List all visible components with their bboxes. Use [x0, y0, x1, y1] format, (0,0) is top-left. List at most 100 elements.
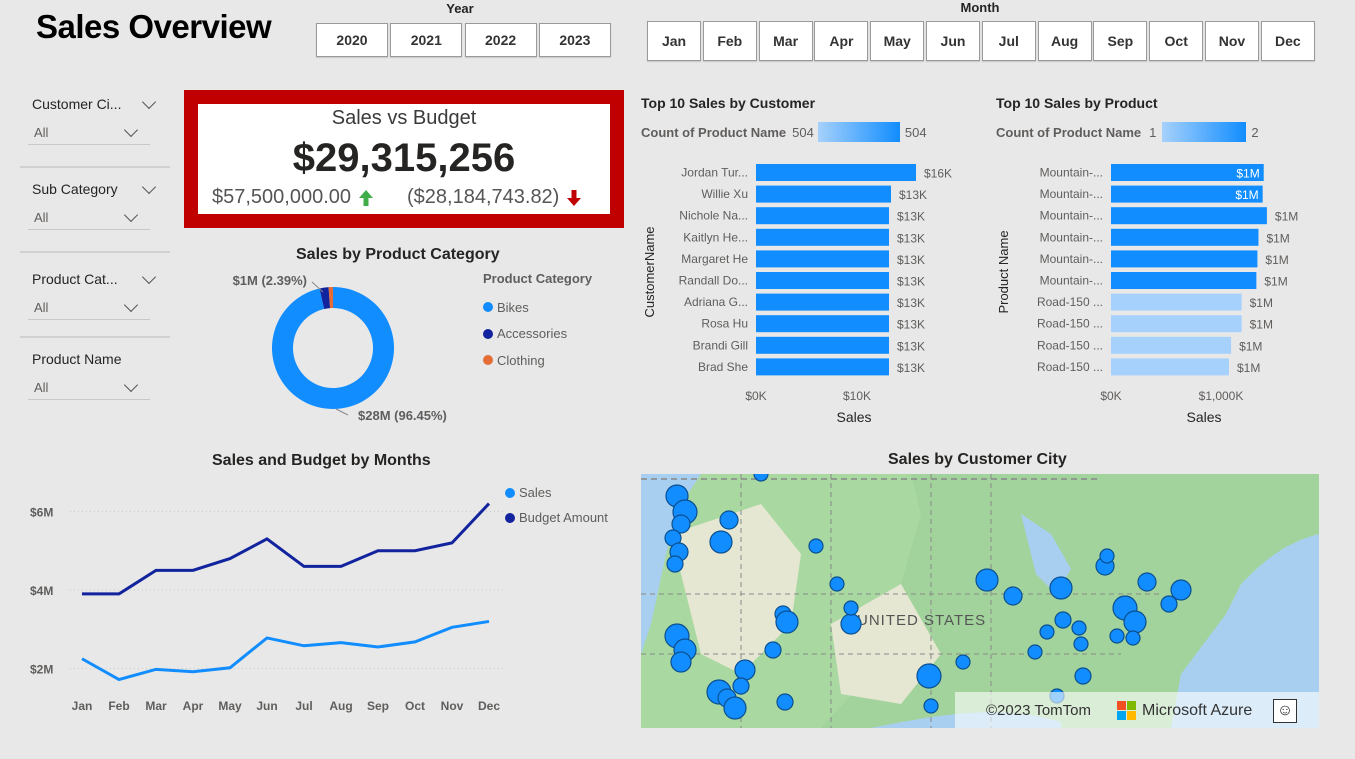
data-label: $1M	[1250, 318, 1273, 332]
bar	[756, 336, 889, 354]
bar	[756, 293, 889, 311]
filter-title: Product Name	[32, 351, 122, 367]
x-tick-label: $10K	[843, 389, 871, 403]
month-tile-jun[interactable]: Jun	[926, 21, 980, 61]
year-tile-2023[interactable]: 2023	[538, 23, 611, 57]
x-tick-label: Jun	[256, 699, 277, 713]
filter-dropdown[interactable]: All	[28, 206, 150, 230]
legend-item[interactable]: Budget Amount	[505, 505, 608, 530]
city-bubble	[843, 600, 859, 616]
month-tile-feb[interactable]: Feb	[702, 21, 757, 61]
map-title: Sales by Customer City	[888, 451, 1067, 468]
chevron-down-icon	[123, 122, 139, 138]
filter-dropdown[interactable]: All	[28, 376, 150, 400]
chevron-down-icon	[123, 377, 139, 393]
month-tile-nov[interactable]: Nov	[1205, 21, 1259, 61]
month-slicer-title: Month	[960, 0, 1000, 15]
filter-value: All	[34, 210, 49, 225]
city-bubble	[670, 651, 692, 673]
city-bubble	[1170, 579, 1192, 601]
filter-product-name[interactable]: Product Name All	[28, 348, 168, 400]
y-axis-title: CustomerName	[642, 226, 657, 317]
category-label: Rosa Hu	[701, 317, 748, 331]
donut-legend-title: Product Category	[483, 271, 593, 286]
smiley-feedback-icon[interactable]: ☺	[1273, 699, 1297, 723]
city-bubble	[1003, 586, 1023, 606]
city-bubble	[776, 693, 794, 711]
city-bubble	[723, 696, 747, 720]
legend-item-bikes[interactable]: Bikes	[483, 294, 567, 321]
gradient-legend-bar	[1162, 122, 1247, 142]
bar	[1111, 250, 1258, 268]
chevron-down-icon[interactable]	[141, 269, 157, 284]
bar	[756, 272, 889, 289]
legend-marker	[483, 302, 493, 313]
legend-item-clothing[interactable]: Clothing	[483, 347, 567, 374]
bar	[1111, 315, 1242, 333]
year-tile-2022[interactable]: 2022	[464, 23, 537, 57]
month-tile-jan[interactable]: Jan	[647, 21, 701, 61]
x-tick-label: Sep	[367, 699, 389, 713]
year-tile-2021[interactable]: 2021	[390, 23, 463, 57]
chevron-down-icon[interactable]	[141, 179, 157, 194]
data-label: $1M	[1275, 210, 1298, 224]
gradient-legend-min: 504	[792, 124, 814, 140]
filter-dropdown[interactable]: All	[28, 121, 150, 145]
chevron-down-icon[interactable]	[141, 94, 157, 109]
category-label: Mountain-...	[1040, 166, 1103, 180]
data-label: $1M	[1239, 339, 1262, 353]
customer-gradient-legend: Count of Product Name 504 504	[641, 122, 927, 142]
microsoft-logo-icon	[1117, 701, 1136, 720]
x-tick-label: $1,000K	[1199, 389, 1244, 403]
bar	[1111, 336, 1232, 354]
leader-line	[335, 408, 349, 416]
y-tick-label: $2M	[30, 663, 53, 677]
category-label: Nichole Na...	[679, 209, 748, 223]
legend-label: Accessories	[497, 326, 568, 342]
month-tile-apr[interactable]: Apr	[814, 21, 869, 61]
month-tile-dec[interactable]: Dec	[1260, 21, 1315, 61]
category-label: Mountain-...	[1040, 187, 1103, 201]
month-tile-oct[interactable]: Oct	[1149, 21, 1204, 61]
country-label: UNITED STATES	[857, 612, 986, 629]
filter-sub-category[interactable]: Sub Category All	[28, 178, 168, 230]
category-label: Brandi Gill	[693, 338, 748, 352]
city-bubble	[1039, 624, 1055, 640]
arrow-down-icon	[567, 189, 582, 206]
city-bubble	[840, 613, 862, 635]
x-tick-label: Nov	[441, 699, 464, 713]
city-bubble	[732, 677, 750, 695]
x-tick-label: Mar	[145, 699, 167, 713]
legend-label: Clothing	[497, 352, 545, 368]
kpi-value: $29,315,256	[292, 136, 516, 180]
filter-dropdown[interactable]: All	[28, 296, 150, 320]
category-label: Mountain-...	[1040, 274, 1103, 288]
filter-customer-city[interactable]: Customer Ci... All	[28, 93, 168, 145]
month-tile-sep[interactable]: Sep	[1093, 21, 1148, 61]
legend-marker	[483, 355, 493, 366]
x-tick-label: Jan	[72, 699, 93, 713]
map-canvas[interactable]: UNITED STATES	[641, 474, 1319, 728]
arrow-up-icon	[359, 189, 374, 206]
category-label: Mountain-...	[1040, 252, 1103, 266]
data-label: $1M	[1236, 167, 1259, 181]
city-bubble	[1027, 644, 1043, 660]
month-tile-mar[interactable]: Mar	[758, 21, 813, 61]
month-tile-may[interactable]: May	[870, 21, 925, 61]
legend-item-accessories[interactable]: Accessories	[483, 321, 567, 348]
kpi-title: Sales vs Budget	[331, 107, 477, 129]
filter-product-category[interactable]: Product Cat... All	[28, 268, 168, 320]
city-bubble	[916, 663, 942, 689]
month-tile-aug[interactable]: Aug	[1037, 21, 1092, 61]
bar	[756, 250, 889, 268]
product-gradient-legend: Count of Product Name 1 2	[996, 122, 1259, 142]
year-tile-2020[interactable]: 2020	[316, 23, 388, 57]
data-label: $1M	[1264, 275, 1287, 289]
city-bubble	[1099, 548, 1115, 564]
category-label: Kaitlyn He...	[683, 230, 748, 244]
x-tick-label: Jul	[295, 699, 312, 713]
data-label: $13K	[897, 318, 925, 332]
month-tile-jul[interactable]: Jul	[981, 21, 1036, 61]
legend-item[interactable]: Sales	[505, 480, 608, 505]
city-map[interactable]: UNITED STATES ©2023 TomTom Microsoft Azu…	[641, 474, 1319, 728]
